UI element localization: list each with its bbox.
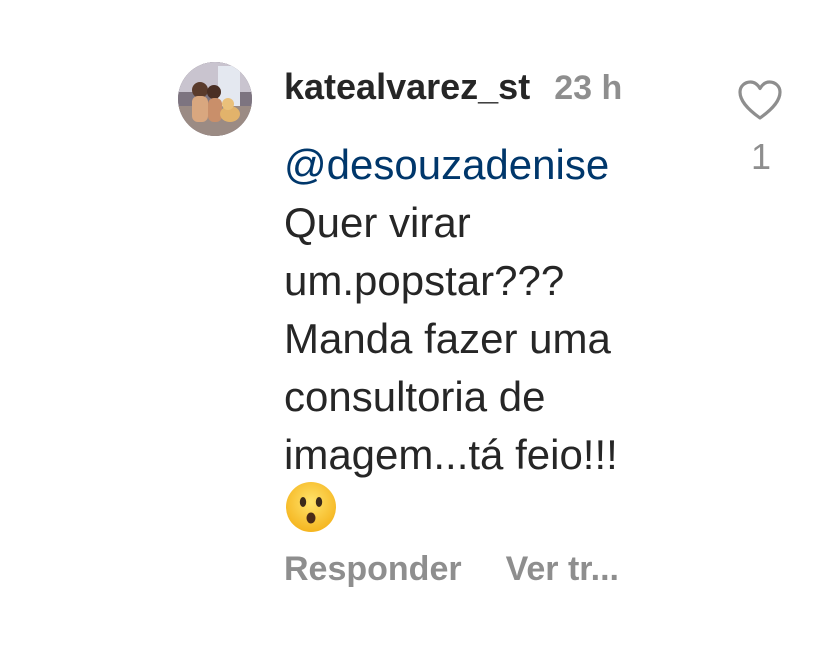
reply-button[interactable]: Responder bbox=[284, 550, 462, 589]
avatar[interactable] bbox=[178, 62, 252, 136]
comment-actions: Responder Ver tr... bbox=[284, 550, 619, 589]
comment-line: imagem...tá feio!!! bbox=[284, 431, 618, 478]
avatar-photo bbox=[178, 62, 252, 136]
hushed-face-emoji bbox=[284, 480, 338, 534]
like-count: 1 bbox=[750, 136, 772, 177]
comment-line: um.popstar??? bbox=[284, 257, 565, 304]
comment-text: @desouzadenise Quer virar um.popstar??? … bbox=[284, 136, 714, 484]
heart-outline-icon[interactable] bbox=[736, 78, 784, 122]
comment: katealvarez_st 23 h @desouzadenise Quer … bbox=[0, 0, 840, 652]
see-translation-button[interactable]: Ver tr... bbox=[506, 550, 619, 589]
comment-line: consultoria de bbox=[284, 373, 546, 420]
timestamp: 23 h bbox=[554, 69, 623, 107]
username[interactable]: katealvarez_st bbox=[284, 66, 530, 108]
comment-header: katealvarez_st 23 h bbox=[284, 66, 622, 108]
comment-line: Quer virar bbox=[284, 199, 471, 246]
mention-link[interactable]: @desouzadenise bbox=[284, 136, 714, 194]
comment-line: Manda fazer uma bbox=[284, 315, 611, 362]
